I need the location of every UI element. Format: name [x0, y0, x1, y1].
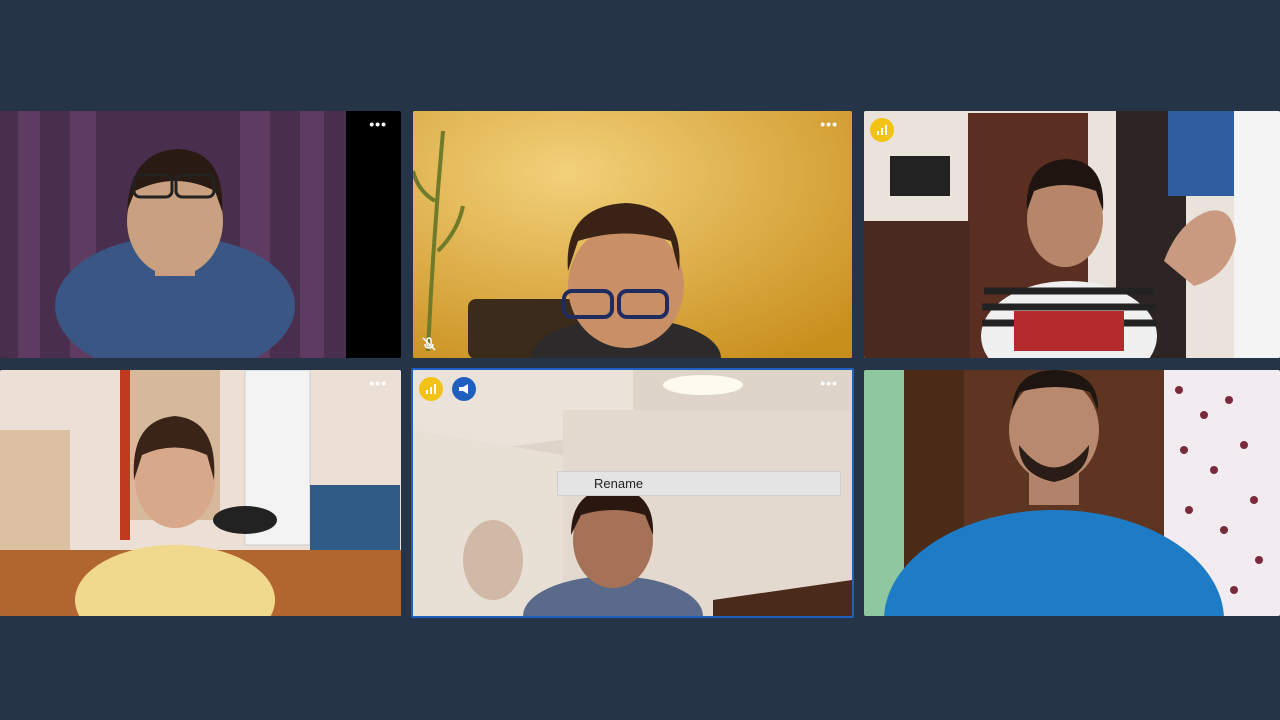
signal-badge-icon — [419, 377, 443, 401]
video-tile-5-active[interactable]: Rename ••• — [411, 368, 854, 618]
mic-muted-icon — [422, 337, 436, 351]
video-feed — [413, 111, 852, 358]
signal-badge-icon — [870, 118, 894, 142]
video-tile-6[interactable] — [864, 370, 1280, 616]
video-tile-1[interactable]: ••• — [0, 111, 401, 358]
megaphone-icon — [452, 377, 476, 401]
video-tile-2[interactable]: ••• — [413, 111, 852, 358]
more-options-icon[interactable]: ••• — [820, 376, 838, 390]
video-tile-3[interactable] — [864, 111, 1280, 358]
video-feed — [864, 370, 1280, 616]
rename-menu-item[interactable]: Rename — [557, 471, 841, 496]
more-options-icon[interactable]: ••• — [820, 117, 838, 131]
video-tile-4[interactable]: ••• — [0, 370, 401, 616]
video-feed — [0, 370, 401, 616]
video-feed — [864, 111, 1280, 358]
more-options-icon[interactable]: ••• — [369, 117, 387, 131]
video-feed — [0, 111, 346, 358]
more-options-icon[interactable]: ••• — [369, 376, 387, 390]
